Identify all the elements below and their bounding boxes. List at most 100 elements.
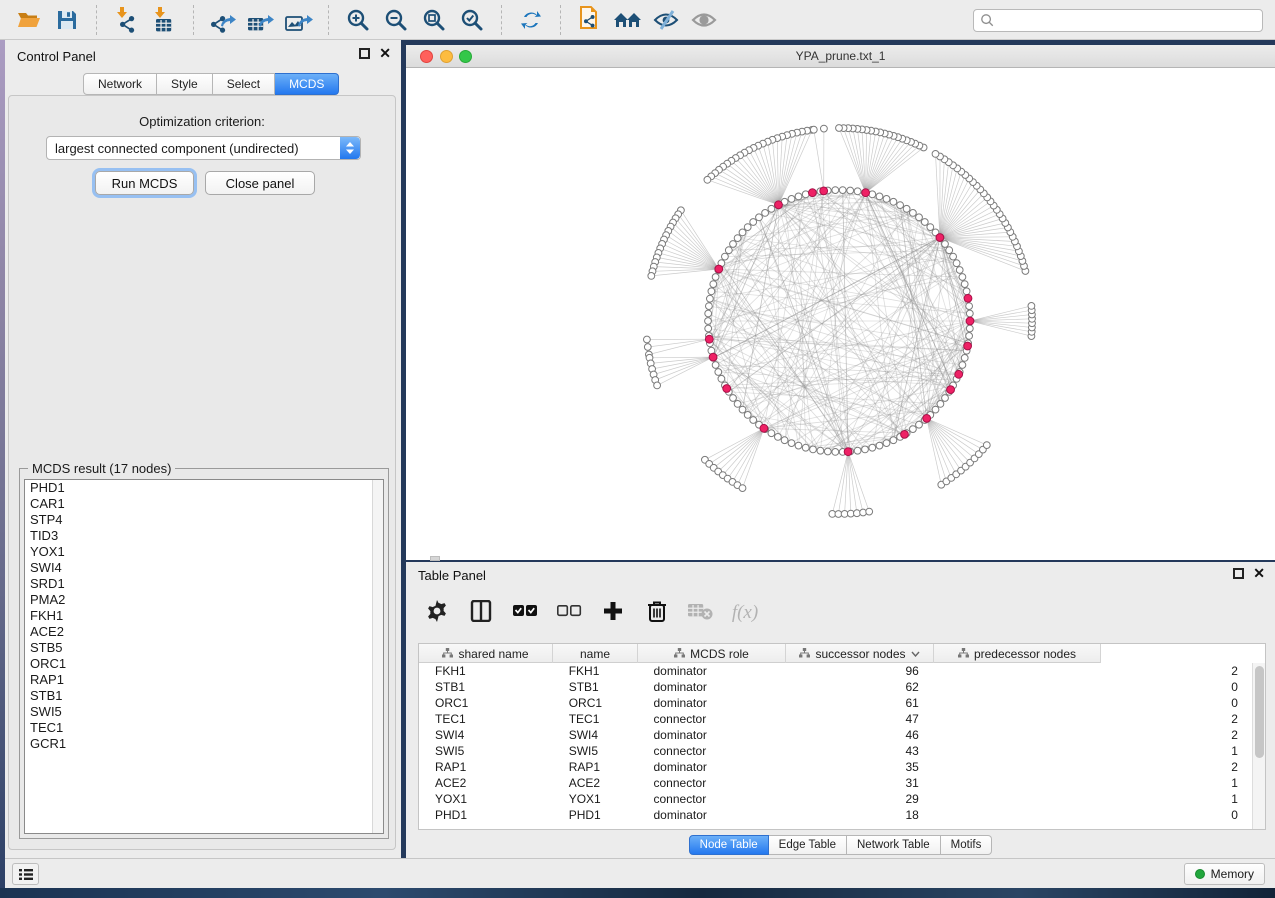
zoom-selected-button[interactable] xyxy=(453,4,491,36)
close-panel-button[interactable]: Close panel xyxy=(205,171,315,195)
function-builder-icon: f(x) xyxy=(732,602,758,624)
table-scrollbar-thumb[interactable] xyxy=(1255,666,1264,758)
table-scrollbar[interactable] xyxy=(1252,663,1265,829)
table-cell: 18 xyxy=(785,808,933,822)
table-row[interactable]: SWI5SWI5connector431 xyxy=(419,743,1252,759)
tab-style[interactable]: Style xyxy=(157,73,213,95)
float-table-panel-icon[interactable] xyxy=(1233,568,1244,579)
optimization-criterion-select[interactable]: largest connected component (undirected) xyxy=(46,136,361,160)
mcds-result-list[interactable]: PHD1CAR1STP4TID3YOX1SWI4SRD1PMA2FKH1ACE2… xyxy=(24,479,384,834)
close-table-panel-icon[interactable]: ✕ xyxy=(1253,568,1265,579)
export-network-button[interactable] xyxy=(204,4,242,36)
table-body: FKH1FKH1dominator962STB1STB1dominator620… xyxy=(419,663,1252,829)
deselect-all-rows-button[interactable] xyxy=(556,600,582,626)
open-folder-icon xyxy=(16,7,42,33)
mcds-result-item[interactable]: SRD1 xyxy=(25,576,383,592)
mcds-result-item[interactable]: CAR1 xyxy=(25,496,383,512)
tab-network[interactable]: Network xyxy=(83,73,157,95)
table-row[interactable]: ACE2ACE2connector311 xyxy=(419,775,1252,791)
refresh-layout-button[interactable] xyxy=(512,4,550,36)
table-cell: connector xyxy=(638,712,786,726)
panel-splitter-handle[interactable] xyxy=(430,556,440,561)
network-view-titlebar[interactable]: YPA_prune.txt_1 xyxy=(406,45,1275,68)
import-table-button[interactable] xyxy=(145,4,183,36)
table-row[interactable]: STB1STB1dominator620 xyxy=(419,679,1252,695)
select-all-rows-button[interactable] xyxy=(512,600,538,626)
mcds-result-item[interactable]: GCR1 xyxy=(25,736,383,752)
search-field[interactable] xyxy=(973,9,1263,32)
add-row-button[interactable] xyxy=(600,600,626,626)
eye-disabled-button[interactable] xyxy=(685,4,723,36)
mcds-result-item[interactable]: ORC1 xyxy=(25,656,383,672)
table-row[interactable]: TEC1TEC1connector472 xyxy=(419,711,1252,727)
float-panel-icon[interactable] xyxy=(359,48,370,59)
network-graph-canvas[interactable] xyxy=(406,68,1275,560)
tab-select[interactable]: Select xyxy=(213,73,275,95)
refresh-layout-icon xyxy=(518,7,544,33)
mcds-result-item[interactable]: YOX1 xyxy=(25,544,383,560)
table-row[interactable]: SWI4SWI4dominator462 xyxy=(419,727,1252,743)
mcds-result-item[interactable]: STP4 xyxy=(25,512,383,528)
tab-motifs[interactable]: Motifs xyxy=(941,835,993,855)
open-folder-button[interactable] xyxy=(10,4,48,36)
zoom-out-icon xyxy=(383,7,409,33)
mcds-result-item[interactable]: PHD1 xyxy=(25,480,383,496)
mcds-result-item[interactable]: TID3 xyxy=(25,528,383,544)
zoom-fit-button[interactable] xyxy=(415,4,453,36)
sort-menu-icon[interactable] xyxy=(911,651,920,657)
column-header-shared-name[interactable]: shared name xyxy=(419,644,553,663)
close-panel-icon[interactable]: ✕ xyxy=(379,48,391,59)
mcds-result-item[interactable]: SWI5 xyxy=(25,704,383,720)
mcds-list-scrollbar[interactable] xyxy=(372,480,383,833)
table-row[interactable]: PHD1PHD1dominator180 xyxy=(419,807,1252,823)
mcds-result-item[interactable]: STB1 xyxy=(25,688,383,704)
mcds-result-item[interactable]: FKH1 xyxy=(25,608,383,624)
column-header-name[interactable]: name xyxy=(553,644,638,663)
table-row[interactable]: RAP1RAP1dominator352 xyxy=(419,759,1252,775)
desktop: Control Panel ✕ NetworkStyleSelectMCDS O… xyxy=(0,0,1275,898)
houses-button[interactable] xyxy=(609,4,647,36)
zoom-selected-icon xyxy=(459,7,485,33)
run-mcds-button[interactable]: Run MCDS xyxy=(95,171,194,195)
mcds-result-item[interactable]: PMA2 xyxy=(25,592,383,608)
column-header-successor-nodes[interactable]: successor nodes xyxy=(786,644,934,663)
tab-network-table[interactable]: Network Table xyxy=(847,835,941,855)
import-network-button[interactable] xyxy=(107,4,145,36)
zoom-in-button[interactable] xyxy=(339,4,377,36)
mcds-result-item[interactable]: STB5 xyxy=(25,640,383,656)
memory-button[interactable]: Memory xyxy=(1184,863,1265,885)
zoom-out-button[interactable] xyxy=(377,4,415,36)
table-cell: connector xyxy=(638,792,786,806)
table-cell: TEC1 xyxy=(553,712,638,726)
tab-mcds[interactable]: MCDS xyxy=(275,73,339,95)
table-row[interactable]: YOX1YOX1connector291 xyxy=(419,791,1252,807)
column-header-predecessor-nodes[interactable]: predecessor nodes xyxy=(934,644,1101,663)
delete-row-button[interactable] xyxy=(644,600,670,626)
table-cell: STB1 xyxy=(419,680,553,694)
show-panels-list-button[interactable] xyxy=(12,863,39,885)
column-type-icon xyxy=(799,647,810,661)
export-table-button[interactable] xyxy=(242,4,280,36)
table-cell: PHD1 xyxy=(553,808,638,822)
table-cell: 61 xyxy=(785,696,933,710)
table-row[interactable]: ORC1ORC1dominator610 xyxy=(419,695,1252,711)
mcds-result-item[interactable]: RAP1 xyxy=(25,672,383,688)
table-panel-title: Table Panel xyxy=(418,568,486,583)
tab-edge-table[interactable]: Edge Table xyxy=(769,835,847,855)
table-row[interactable]: FKH1FKH1dominator962 xyxy=(419,663,1252,679)
table-cell: FKH1 xyxy=(419,664,553,678)
show-columns-button[interactable] xyxy=(468,600,494,626)
export-image-button[interactable] xyxy=(280,4,318,36)
mcds-result-item[interactable]: SWI4 xyxy=(25,560,383,576)
column-header-MCDS-role[interactable]: MCDS role xyxy=(638,644,786,663)
share-document-button[interactable] xyxy=(571,4,609,36)
tab-node-table[interactable]: Node Table xyxy=(689,835,769,855)
search-input[interactable] xyxy=(995,10,1262,31)
save-button[interactable] xyxy=(48,4,86,36)
table-cell: dominator xyxy=(638,760,786,774)
mcds-result-item[interactable]: ACE2 xyxy=(25,624,383,640)
delete-table-button xyxy=(688,600,714,626)
hide-eye-button[interactable] xyxy=(647,4,685,36)
mcds-result-item[interactable]: TEC1 xyxy=(25,720,383,736)
settings-gear-button[interactable] xyxy=(424,600,450,626)
